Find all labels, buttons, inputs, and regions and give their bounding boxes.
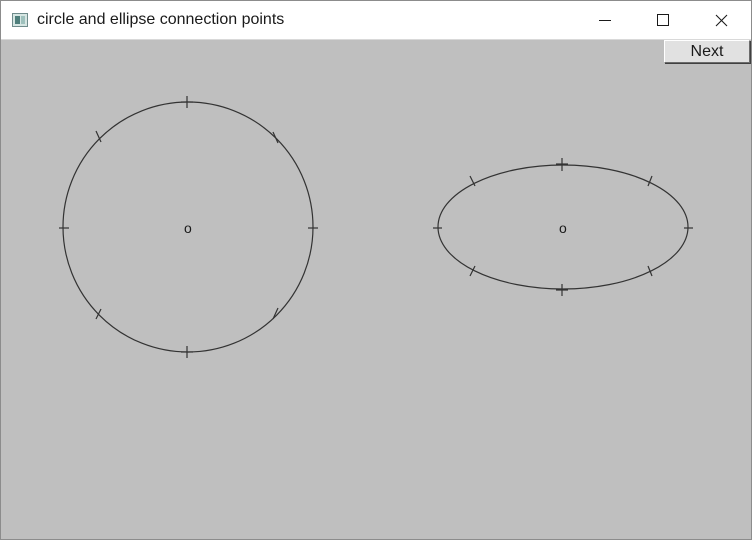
title-bar[interactable]: circle and ellipse connection points xyxy=(1,1,751,40)
connection-point-tick xyxy=(95,308,102,320)
minimize-icon xyxy=(599,20,611,21)
connection-point-tick xyxy=(272,307,279,320)
maximize-icon xyxy=(657,14,669,26)
drawing-canvas: o o xyxy=(59,96,693,358)
circle-shape: o xyxy=(59,96,318,358)
maximize-button[interactable] xyxy=(634,1,692,39)
window-title: circle and ellipse connection points xyxy=(37,11,285,28)
ellipse-center-label: o xyxy=(559,220,567,236)
close-icon xyxy=(715,14,728,27)
app-window: circle and ellipse connection points Nex… xyxy=(0,0,752,540)
close-button[interactable] xyxy=(692,1,750,39)
connection-point-tick xyxy=(647,175,653,187)
circle-center-label: o xyxy=(184,220,192,236)
connection-point-tick xyxy=(272,131,279,144)
ellipse-shape: o xyxy=(433,158,693,296)
minimize-button[interactable] xyxy=(576,1,634,39)
app-icon xyxy=(12,13,28,27)
